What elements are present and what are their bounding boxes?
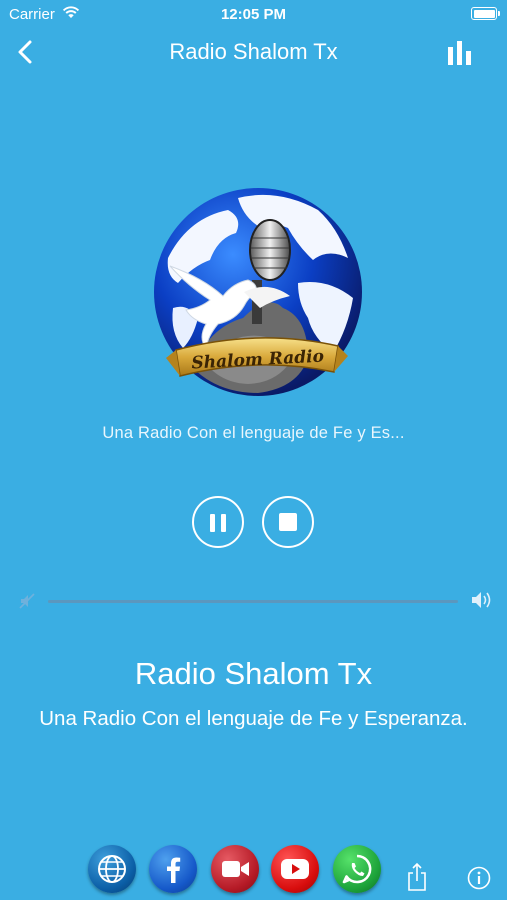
- station-name: Radio Shalom Tx: [134, 656, 373, 691]
- video-icon: [222, 861, 249, 877]
- volume-slider[interactable]: [48, 600, 458, 603]
- youtube-icon: [281, 859, 309, 879]
- video-button[interactable]: [211, 845, 259, 893]
- globe-icon: [98, 855, 126, 883]
- share-button[interactable]: [406, 862, 428, 892]
- station-slogan: Una Radio Con el lenguaje de Fe y Espera…: [39, 707, 468, 730]
- nav-bar: Radio Shalom Tx: [0, 28, 507, 76]
- page-title: Radio Shalom Tx: [169, 39, 338, 64]
- youtube-button[interactable]: [271, 845, 319, 893]
- info-icon: [467, 866, 491, 890]
- website-button[interactable]: [88, 845, 136, 893]
- equalizer-button[interactable]: [447, 41, 473, 65]
- whatsapp-button[interactable]: [333, 845, 381, 893]
- whatsapp-icon: [342, 854, 372, 884]
- stop-button[interactable]: [262, 496, 314, 548]
- now-playing-subtitle: Una Radio Con el lenguaje de Fe y Es...: [102, 424, 405, 442]
- status-time: 12:05 PM: [220, 6, 287, 23]
- bar-chart-icon: [448, 41, 471, 65]
- status-bar: Carrier 12:05 PM: [0, 0, 507, 28]
- facebook-icon: [167, 857, 181, 883]
- station-logo: Shalom Radio: [148, 188, 368, 400]
- volume-max-icon: [472, 592, 491, 608]
- volume-mute-icon: [19, 593, 35, 609]
- stop-icon: [279, 513, 297, 531]
- pause-button[interactable]: [192, 496, 244, 548]
- info-button[interactable]: [467, 866, 491, 890]
- facebook-button[interactable]: [149, 845, 197, 893]
- share-icon: [408, 862, 426, 891]
- battery-icon: [471, 7, 500, 20]
